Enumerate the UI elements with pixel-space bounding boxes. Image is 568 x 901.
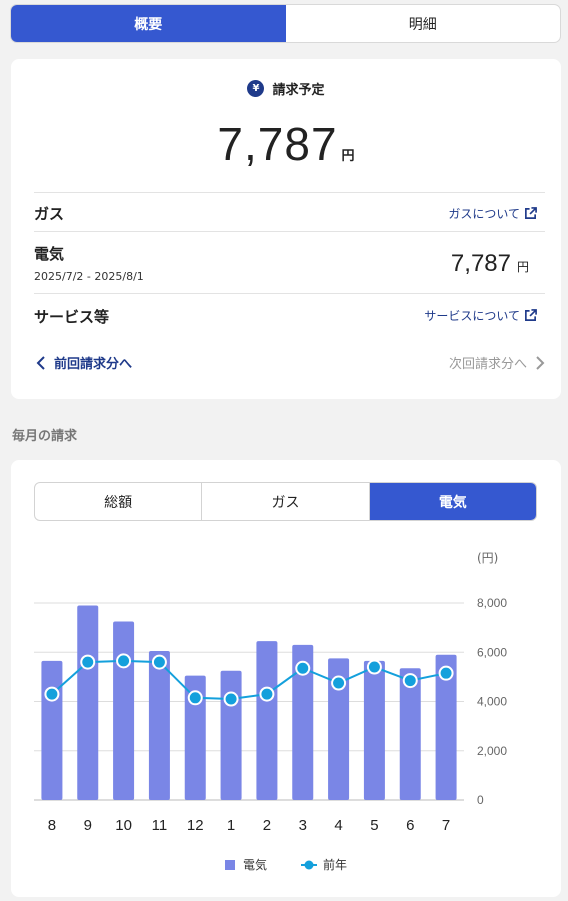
legend-swatch-electric — [225, 860, 235, 870]
electric-row: 電気 2025/7/2 - 2025/8/1 7,787 円 — [34, 231, 545, 293]
prev-year-point-11 — [151, 654, 167, 670]
x-tick-label: 5 — [370, 817, 378, 834]
prev-year-point-1 — [223, 691, 239, 707]
external-link-icon — [525, 309, 537, 321]
electric-amount-value: 7,787 — [450, 250, 511, 277]
tab-details[interactable]: 明細 — [286, 5, 561, 42]
chevron-left-icon — [36, 355, 45, 370]
total-amount: 7,787 円 — [11, 117, 561, 171]
x-tick-label: 6 — [406, 817, 414, 834]
electric-amount: 7,787 円 — [451, 250, 529, 278]
electric-period: 2025/7/2 - 2025/8/1 — [34, 270, 144, 283]
service-info-link[interactable]: サービスについて — [424, 307, 537, 324]
x-tick-label: 8 — [48, 817, 56, 834]
prev-year-point-4 — [331, 675, 347, 691]
x-tick-label: 10 — [115, 817, 132, 834]
y-tick-label: 4,000 — [477, 695, 507, 709]
legend-label-electric: 電気 — [243, 857, 267, 872]
legend-label-prev-year: 前年 — [323, 857, 347, 872]
bar-10 — [113, 621, 135, 800]
next-billing-link[interactable]: 次回請求分へ — [449, 353, 545, 372]
x-tick-label: 11 — [152, 817, 168, 834]
prev-year-point-10 — [116, 653, 132, 669]
prev-billing-link[interactable]: 前回請求分へ — [36, 353, 132, 372]
service-info-link-label: サービスについて — [424, 309, 520, 323]
service-row: サービス等 サービスについて — [34, 293, 545, 335]
bar-9 — [77, 605, 99, 800]
prev-year-point-9 — [80, 654, 96, 670]
service-label: サービス等 — [34, 308, 110, 326]
billing-title-row: ¥ 請求予定 — [11, 79, 561, 98]
prev-year-point-12 — [187, 690, 203, 706]
y-tick-label: 8,000 — [477, 596, 507, 610]
prev-year-point-7 — [438, 665, 454, 681]
y-tick-label: 2,000 — [477, 744, 507, 758]
prev-billing-label: 前回請求分へ — [54, 357, 133, 372]
billing-title: 請求予定 — [272, 83, 325, 98]
bar-1 — [220, 670, 242, 800]
prev-year-point-3 — [295, 660, 311, 676]
x-tick-label: 1 — [227, 817, 235, 834]
gas-label: ガス — [34, 205, 65, 223]
billing-nav: 前回請求分へ 次回請求分へ — [36, 353, 545, 375]
bar-11 — [148, 651, 170, 800]
prev-year-line — [51, 659, 447, 701]
chevron-right-icon — [536, 355, 545, 370]
total-amount-value: 7,787 — [217, 118, 338, 170]
monthly-chart-card: 総額 ガス 電気 0 2,000 4,000 6,000 8,000 (円) 8 9 10 11 1… — [11, 460, 561, 897]
x-tick-label: 12 — [187, 817, 204, 834]
gas-info-link[interactable]: ガスについて — [448, 205, 537, 222]
y-axis-unit-label: (円) — [477, 551, 498, 565]
y-tick-label: 6,000 — [477, 645, 507, 659]
prev-year-point-8 — [44, 686, 60, 702]
x-tick-label: 7 — [442, 817, 450, 834]
bar-2 — [256, 641, 278, 800]
monthly-billing-chart: 02,0004,0006,0008,000(円)8 9 10 11 12 1 2 3 4 5 6 7電… — [34, 551, 507, 872]
billing-summary-card: ¥ 請求予定 7,787 円 ガス ガスについて 電気 2025/7/2 - 20… — [11, 59, 561, 399]
section-title-monthly: 毎月の請求 — [12, 429, 78, 444]
tab-overview[interactable]: 概要 — [11, 5, 286, 42]
bar-8 — [41, 660, 63, 800]
x-tick-label: 4 — [334, 817, 342, 834]
total-amount-unit: 円 — [341, 149, 355, 164]
electric-label: 電気 — [34, 245, 65, 263]
x-tick-label: 3 — [299, 817, 307, 834]
bar-5 — [363, 660, 385, 800]
next-billing-label: 次回請求分へ — [448, 357, 527, 372]
prev-year-point-2 — [259, 686, 275, 702]
y-tick-label: 0 — [477, 793, 484, 807]
x-tick-label: 2 — [263, 817, 271, 834]
prev-year-point-5 — [366, 659, 382, 675]
x-tick-label: 9 — [84, 817, 92, 834]
yen-icon: ¥ — [247, 80, 265, 97]
top-tabs: 概要 明細 — [10, 4, 561, 43]
external-link-icon — [525, 207, 537, 219]
gas-info-link-label: ガスについて — [448, 207, 520, 221]
prev-year-point-6 — [402, 673, 418, 689]
gas-row: ガス ガスについて — [34, 192, 545, 231]
legend-marker-prev-year — [304, 860, 314, 870]
electric-amount-unit: 円 — [516, 260, 529, 274]
